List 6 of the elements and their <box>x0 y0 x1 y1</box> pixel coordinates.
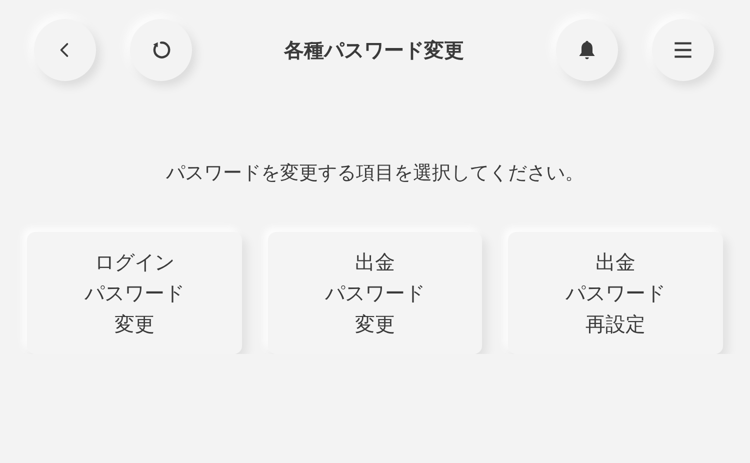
option-card[interactable]: ログイン パスワード 変更 <box>27 232 242 354</box>
page-title: 各種パスワード変更 <box>282 36 465 64</box>
menu-icon <box>672 40 694 60</box>
option-card[interactable]: 出金 パスワード 再設定 <box>508 232 724 354</box>
option-card[interactable]: 出金 パスワード 変更 <box>268 232 482 354</box>
instruction-text: パスワードを変更する項目を選択してください。 <box>165 161 585 186</box>
